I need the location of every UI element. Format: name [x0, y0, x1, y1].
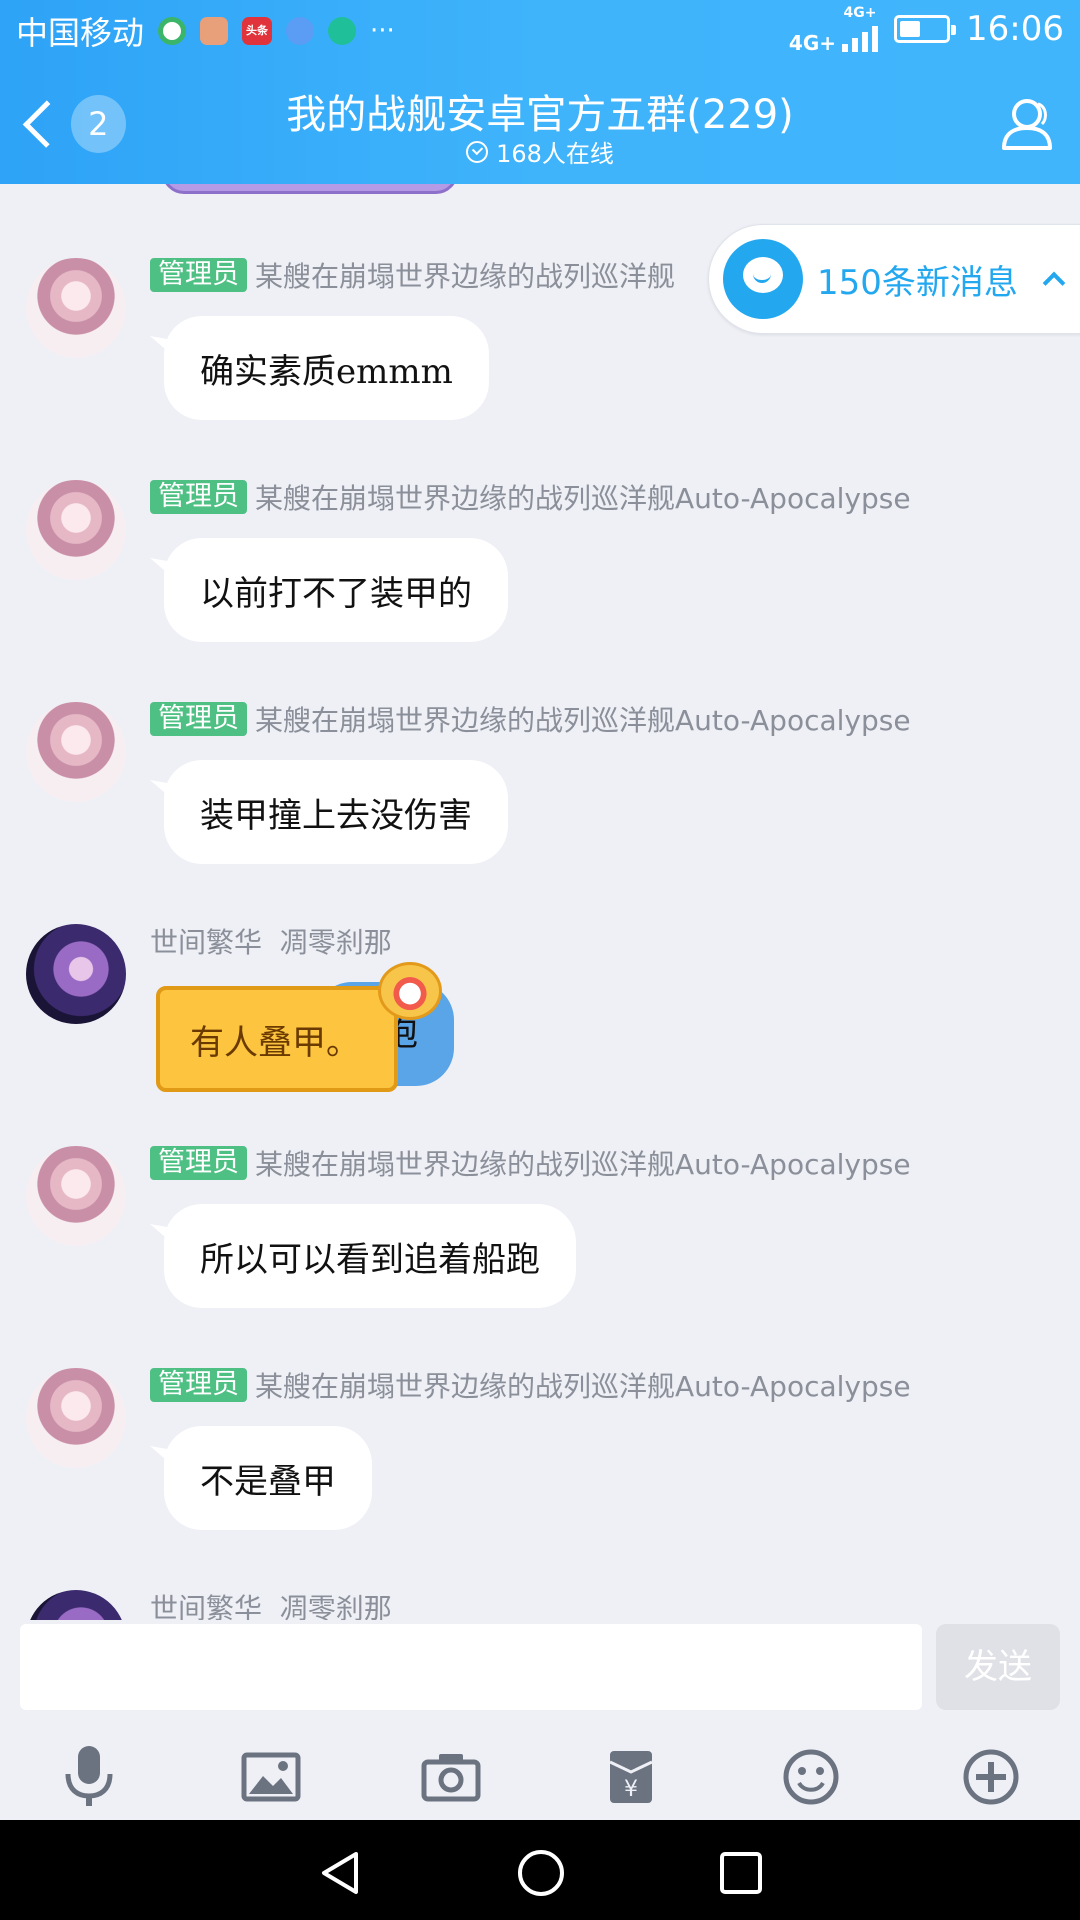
- message-bubble[interactable]: 装甲撞上去没伤害: [164, 760, 508, 864]
- system-navigation-bar: [0, 1820, 1080, 1920]
- input-bar: 发送 ¥: [0, 1620, 1080, 1820]
- sender-name[interactable]: 某艘在崩塌世界边缘的战列巡洋舰Auto-Apocalypse: [255, 1143, 911, 1183]
- avatar[interactable]: [26, 480, 126, 580]
- network-type: 4G+: [788, 31, 837, 55]
- battery-icon: [894, 15, 957, 43]
- signal-icon: [842, 22, 879, 52]
- message-bubble[interactable]: 确实素质emmm: [164, 316, 489, 420]
- emoji-icon[interactable]: [774, 1740, 848, 1814]
- timer-icon: [328, 17, 357, 45]
- sender-name[interactable]: 世间繁华 凋零刹那: [150, 921, 392, 961]
- svg-text:¥: ¥: [624, 1777, 638, 1802]
- app-header: 中国移动 头条 ··· 4G+ 4G+ 16:06 2 我的战舰安卓官方五群(2…: [0, 0, 1080, 184]
- more-notifications-icon: ···: [370, 16, 395, 46]
- admin-badge: 管理员: [150, 1368, 247, 1402]
- clock: 16:06: [966, 9, 1064, 49]
- sender-name[interactable]: 某艘在崩塌世界边缘的战列巡洋舰: [255, 255, 675, 295]
- admin-badge: 管理员: [150, 258, 247, 292]
- new-messages-label: 150条新消息: [817, 262, 1018, 303]
- chat-title: 我的战舰安卓官方五群(229): [286, 92, 794, 138]
- red-packet-icon[interactable]: ¥: [594, 1740, 668, 1814]
- app-notification-icon: [200, 17, 229, 45]
- status-bar: 中国移动 头条 ··· 4G+ 4G+ 16:06: [0, 0, 1080, 60]
- sender-name[interactable]: 某艘在崩塌世界边缘的战列巡洋舰Auto-Apocalypse: [255, 1365, 911, 1405]
- admin-badge: 管理员: [150, 480, 247, 514]
- sender-name[interactable]: 某艘在崩塌世界边缘的战列巡洋舰Auto-Apocalypse: [255, 477, 911, 517]
- image-icon[interactable]: [234, 1740, 308, 1814]
- nav-back-icon[interactable]: [316, 1848, 366, 1898]
- new-messages-button[interactable]: 150条新消息: [708, 224, 1080, 334]
- app-notification-icon: [158, 17, 187, 45]
- nav-recents-icon[interactable]: [716, 1848, 766, 1898]
- group-members-icon[interactable]: [994, 92, 1060, 158]
- avatar[interactable]: [26, 702, 126, 802]
- input-toolbar: ¥: [0, 1740, 1080, 1814]
- message-bubble[interactable]: 所以可以看到追着船跑: [164, 1204, 576, 1308]
- sender-name[interactable]: 某艘在崩塌世界边缘的战列巡洋舰Auto-Apocalypse: [255, 699, 911, 739]
- message-bubble[interactable]: 有人叠甲。: [156, 986, 398, 1092]
- chevron-up-icon: [1042, 271, 1066, 295]
- message-input[interactable]: [20, 1624, 922, 1710]
- admin-badge: 管理员: [150, 1146, 247, 1180]
- online-status[interactable]: 168人在线: [0, 134, 1080, 169]
- online-count: 168人在线: [496, 140, 614, 168]
- camera-icon[interactable]: [414, 1740, 488, 1814]
- lion-dance-sticker-icon: [378, 962, 442, 1020]
- chat-bubble-icon: [723, 239, 803, 319]
- avatar[interactable]: [26, 1590, 126, 1620]
- avatar[interactable]: [26, 924, 126, 1024]
- avatar[interactable]: [26, 258, 126, 358]
- avatar[interactable]: [26, 1368, 126, 1468]
- location-icon: [286, 17, 315, 45]
- previous-bubble-edge: [162, 184, 458, 194]
- plus-icon[interactable]: [954, 1740, 1028, 1814]
- send-button[interactable]: 发送: [936, 1624, 1060, 1710]
- sender-name[interactable]: 世间繁华 凋零刹那: [150, 1587, 392, 1620]
- nav-home-icon[interactable]: [516, 1848, 566, 1898]
- admin-badge: 管理员: [150, 702, 247, 736]
- check-circle-icon: [466, 140, 489, 163]
- message-bubble[interactable]: 以前打不了装甲的: [164, 538, 508, 642]
- avatar[interactable]: [26, 1146, 126, 1246]
- carrier-name: 中国移动: [16, 14, 145, 52]
- network-type: 4G+: [843, 5, 877, 21]
- microphone-icon[interactable]: [52, 1740, 126, 1814]
- message-list[interactable]: 管理员 某艘在崩塌世界边缘的战列巡洋舰 确实素质emmm 管理员 某艘在崩塌世界…: [0, 184, 1080, 1620]
- news-app-icon: 头条: [242, 17, 273, 45]
- message-bubble[interactable]: 不是叠甲: [164, 1426, 372, 1530]
